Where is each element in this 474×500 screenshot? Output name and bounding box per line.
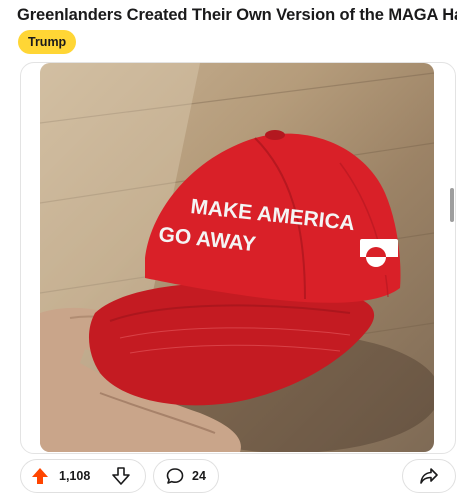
post-image[interactable]: MAKE AMERICA GO AWAY	[40, 63, 434, 452]
comment-bubble-icon	[166, 468, 184, 484]
post-title[interactable]: Greenlanders Created Their Own Version o…	[17, 6, 457, 25]
greenland-flag-patch	[360, 239, 398, 275]
scrollbar[interactable]	[450, 188, 454, 222]
upvote-button[interactable]	[21, 459, 59, 493]
post-card: Greenlanders Created Their Own Version o…	[0, 0, 474, 500]
comment-count: 24	[192, 469, 206, 483]
share-arrow-icon	[420, 468, 438, 484]
vote-control: 1,108	[20, 459, 146, 493]
share-button[interactable]	[402, 459, 456, 493]
upvote-arrow-icon	[32, 468, 48, 484]
post-flair[interactable]: Trump	[18, 30, 77, 54]
downvote-button[interactable]	[103, 459, 139, 493]
comments-button[interactable]: 24	[153, 459, 219, 493]
upvote-count: 1,108	[59, 469, 91, 483]
downvote-arrow-icon	[112, 467, 130, 485]
